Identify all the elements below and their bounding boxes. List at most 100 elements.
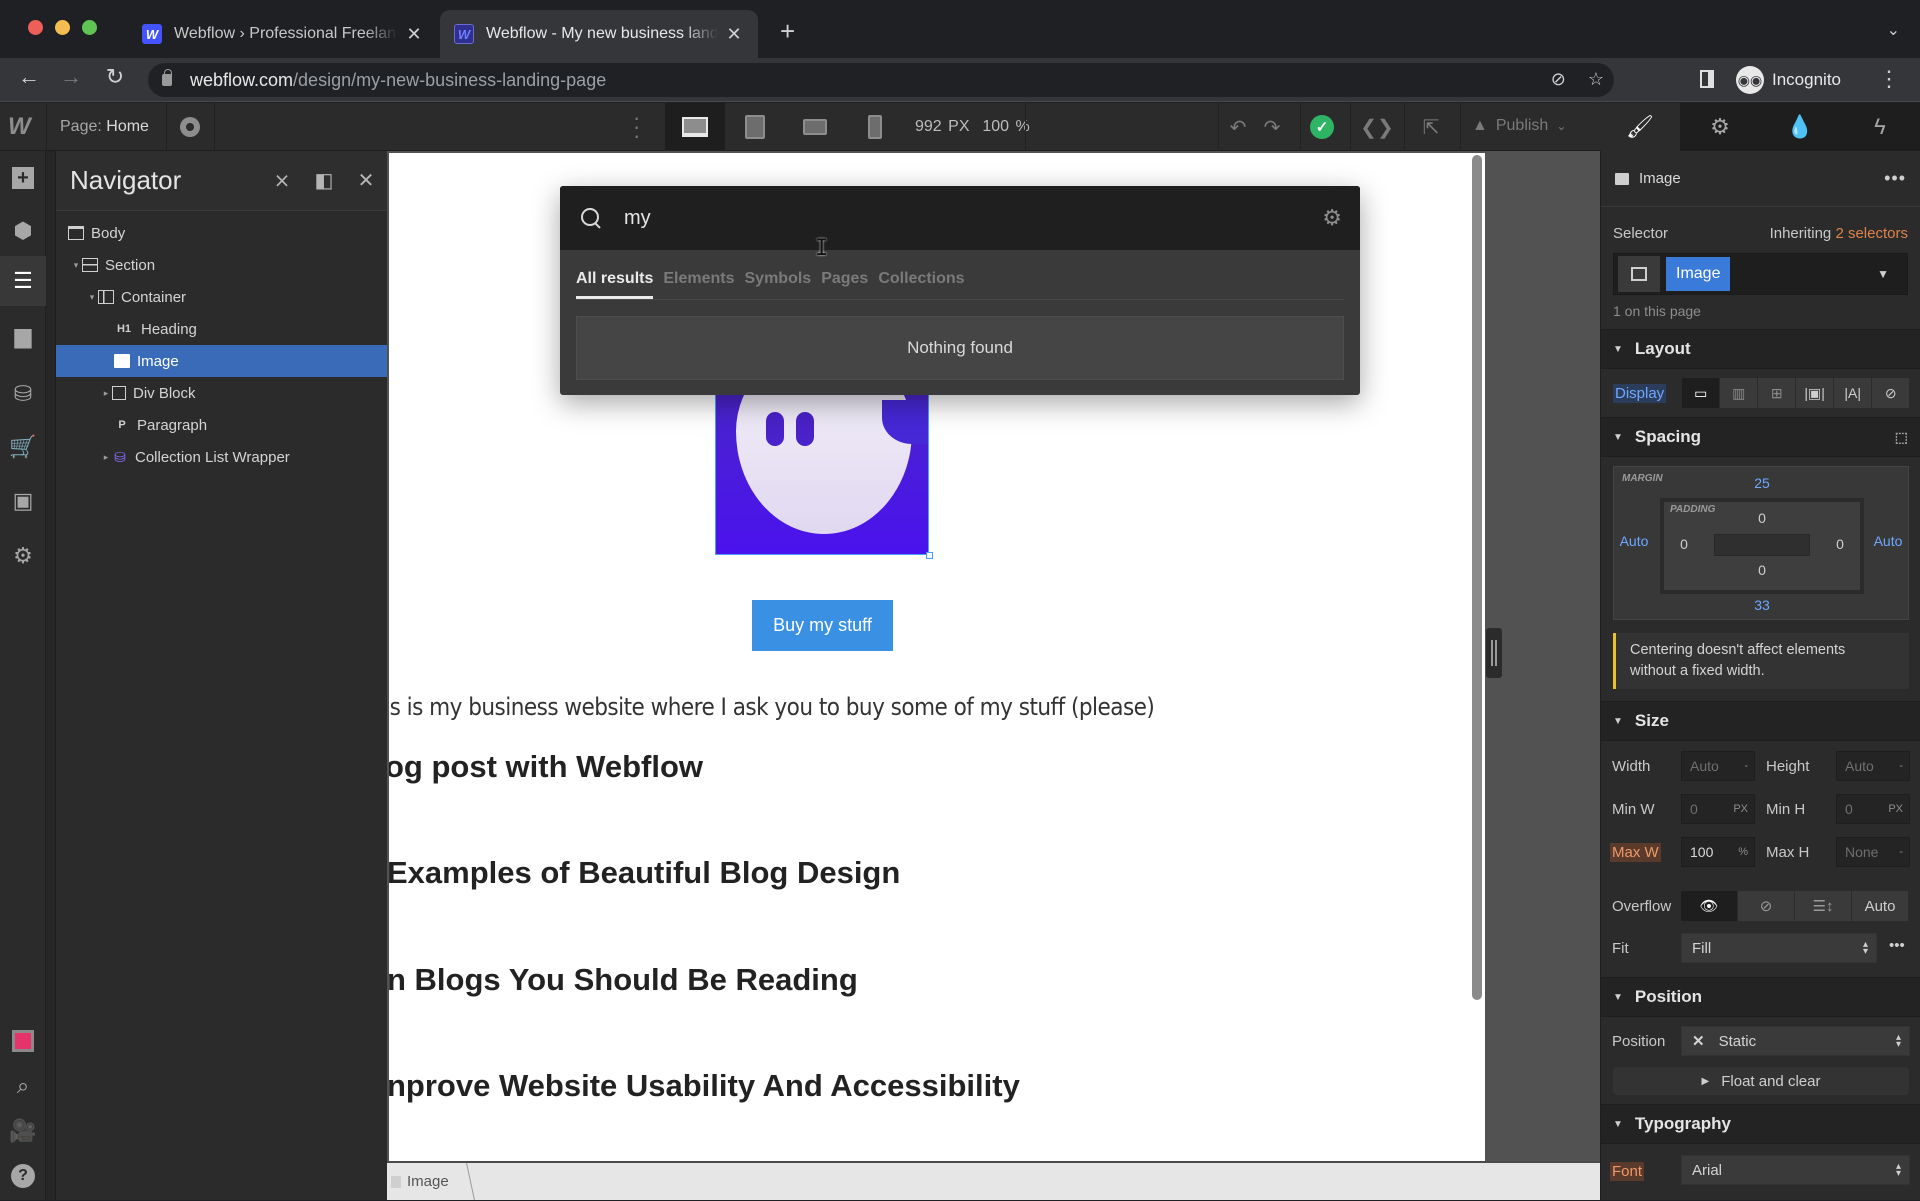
- share-icon[interactable]: ⇱: [1406, 103, 1456, 151]
- height-input[interactable]: Auto -: [1836, 751, 1910, 781]
- width-input[interactable]: Auto -: [1681, 751, 1755, 781]
- search-input[interactable]: [624, 206, 1323, 230]
- tab-style[interactable]: 🖌: [1600, 103, 1680, 151]
- selector-chip[interactable]: Image: [1666, 257, 1731, 291]
- eye-slash-icon[interactable]: ⊘: [1551, 69, 1566, 90]
- canvas-scrollbar[interactable]: [1472, 155, 1482, 1000]
- star-icon[interactable]: ☆: [1588, 69, 1604, 90]
- assets-button[interactable]: ▣: [0, 476, 46, 526]
- section-typography-header[interactable]: ▼ Typography: [1601, 1104, 1920, 1144]
- display-none-button[interactable]: ⊘: [1872, 378, 1911, 408]
- page-selector[interactable]: Page: Home: [60, 118, 149, 136]
- undo-icon[interactable]: ↶: [1222, 103, 1254, 151]
- close-icon[interactable]: ✕: [345, 168, 387, 193]
- incognito-profile-button[interactable]: ◉◉ Incognito: [1736, 63, 1841, 97]
- overflow-visible-eye-icon[interactable]: 👁: [1681, 891, 1738, 921]
- tab-interactions[interactable]: ϟ: [1840, 103, 1920, 151]
- display-inline-block-button[interactable]: |▣|: [1796, 378, 1835, 408]
- canvas-width-drag-handle[interactable]: [1486, 628, 1502, 678]
- site-status-check-button[interactable]: ✓: [1302, 103, 1342, 151]
- search-tab-collections[interactable]: Collections: [878, 270, 964, 299]
- tree-item-paragraph[interactable]: P Paragraph: [56, 409, 387, 441]
- blog-heading[interactable]: nprove Website Usability And Accessibili…: [389, 1068, 1020, 1104]
- more-breakpoints-icon[interactable]: · · ·: [633, 107, 640, 147]
- min-width-input[interactable]: 0 PX: [1681, 794, 1755, 824]
- webflow-logo-icon[interactable]: W: [8, 113, 38, 141]
- fit-select[interactable]: Fill ▴ ▾: [1681, 933, 1877, 963]
- display-block-button[interactable]: ▭: [1682, 378, 1721, 408]
- record-button[interactable]: [0, 1016, 46, 1066]
- project-settings-button[interactable]: ⚙: [0, 531, 46, 581]
- breakpoint-desktop-button[interactable]: [665, 103, 725, 151]
- display-flex-button[interactable]: ▥: [1720, 378, 1759, 408]
- class-selector-icon[interactable]: [1618, 256, 1660, 292]
- symbols-button[interactable]: ⬢: [0, 206, 46, 256]
- breadcrumb-image[interactable]: Image: [387, 1163, 463, 1200]
- collapse-all-icon[interactable]: ⨯: [261, 168, 303, 193]
- more-options-icon[interactable]: •••: [1884, 168, 1906, 189]
- search-tab-elements[interactable]: Elements: [663, 270, 734, 299]
- section-spacing-header[interactable]: ▼ Spacing ⬚: [1601, 417, 1920, 457]
- display-inline-button[interactable]: |A|: [1834, 378, 1873, 408]
- back-arrow-icon[interactable]: ←: [14, 64, 44, 90]
- reload-icon[interactable]: ↻: [100, 64, 130, 90]
- position-select[interactable]: ✕ Static ▴ ▾: [1681, 1026, 1910, 1056]
- float-and-clear-toggle[interactable]: ▶ Float and clear: [1613, 1067, 1909, 1095]
- search-tab-all-results[interactable]: All results: [576, 270, 654, 299]
- tree-item-image[interactable]: Image: [56, 345, 387, 377]
- add-elements-button[interactable]: +: [0, 153, 46, 203]
- redo-icon[interactable]: ↷: [1256, 103, 1288, 151]
- pages-button[interactable]: ▆: [0, 311, 46, 361]
- window-minimize-button[interactable]: [55, 20, 70, 35]
- tree-item-heading[interactable]: H1 Heading: [56, 313, 387, 345]
- tree-item-body[interactable]: Body: [56, 217, 387, 249]
- section-layout-header[interactable]: ▼ Layout: [1601, 329, 1920, 369]
- padding-left-value[interactable]: 0: [1664, 536, 1704, 552]
- expand-caret-icon[interactable]: ▾: [86, 292, 98, 303]
- inheriting-selectors-link[interactable]: 2 selectors: [1835, 225, 1908, 242]
- publish-button[interactable]: ▲ Publish ⌄: [1472, 117, 1566, 135]
- min-height-input[interactable]: 0 PX: [1836, 794, 1910, 824]
- max-width-input[interactable]: 100%: [1681, 837, 1755, 867]
- tab-style-manager[interactable]: 💧: [1760, 103, 1840, 151]
- chevron-down-icon[interactable]: ▼: [1877, 267, 1889, 281]
- expand-caret-icon[interactable]: ▸: [100, 452, 112, 463]
- tab-close-icon[interactable]: ✕: [724, 24, 744, 45]
- margin-bottom-value[interactable]: 33: [1742, 597, 1782, 613]
- overflow-auto-button[interactable]: Auto: [1852, 891, 1909, 921]
- spacing-preset-icon[interactable]: ⬚: [1895, 429, 1908, 446]
- breakpoint-mobile-landscape-button[interactable]: [785, 103, 845, 151]
- canvas-image-selected[interactable]: [715, 383, 929, 555]
- expand-caret-icon[interactable]: ▾: [70, 260, 82, 271]
- help-button[interactable]: ?: [0, 1151, 46, 1201]
- section-size-header[interactable]: ▼ Size: [1601, 701, 1920, 741]
- navigator-button[interactable]: ☰: [0, 256, 46, 306]
- dock-panel-icon[interactable]: ◧: [303, 168, 345, 193]
- new-tab-button[interactable]: +: [780, 16, 795, 47]
- margin-top-value[interactable]: 25: [1742, 475, 1782, 491]
- preview-eye-icon[interactable]: [180, 117, 200, 137]
- kebab-menu-icon[interactable]: ⋮: [1878, 66, 1900, 92]
- tree-item-div-block[interactable]: ▸ Div Block: [56, 377, 387, 409]
- side-panel-icon[interactable]: [1700, 70, 1714, 88]
- padding-top-value[interactable]: 0: [1742, 510, 1782, 526]
- code-export-icon[interactable]: ❮❯: [1352, 103, 1402, 151]
- resize-handle[interactable]: [926, 552, 933, 559]
- video-tutorials-button[interactable]: 🎥: [0, 1106, 46, 1156]
- cms-button[interactable]: ⛁: [0, 369, 46, 419]
- breakpoint-mobile-portrait-button[interactable]: [845, 103, 905, 151]
- tab-close-icon[interactable]: ✕: [404, 24, 424, 45]
- search-tab-pages[interactable]: Pages: [821, 270, 868, 299]
- font-select[interactable]: Arial ▴ ▾: [1681, 1155, 1910, 1185]
- search-button[interactable]: ⌕: [0, 1061, 46, 1111]
- expand-caret-icon[interactable]: ▸: [100, 388, 112, 399]
- overflow-hidden-icon[interactable]: ⊘: [1738, 891, 1795, 921]
- tree-item-collection-list-wrapper[interactable]: ▸ ⛁ Collection List Wrapper: [56, 441, 387, 473]
- window-zoom-button[interactable]: [82, 20, 97, 35]
- browser-tab-active[interactable]: W Webflow - My new business landing page…: [440, 10, 758, 58]
- max-height-input[interactable]: None -: [1836, 837, 1910, 867]
- gear-icon[interactable]: ⚙: [1322, 205, 1342, 231]
- padding-right-value[interactable]: 0: [1820, 536, 1860, 552]
- forward-arrow-icon[interactable]: →: [56, 64, 86, 90]
- display-grid-button[interactable]: ⊞: [1758, 378, 1797, 408]
